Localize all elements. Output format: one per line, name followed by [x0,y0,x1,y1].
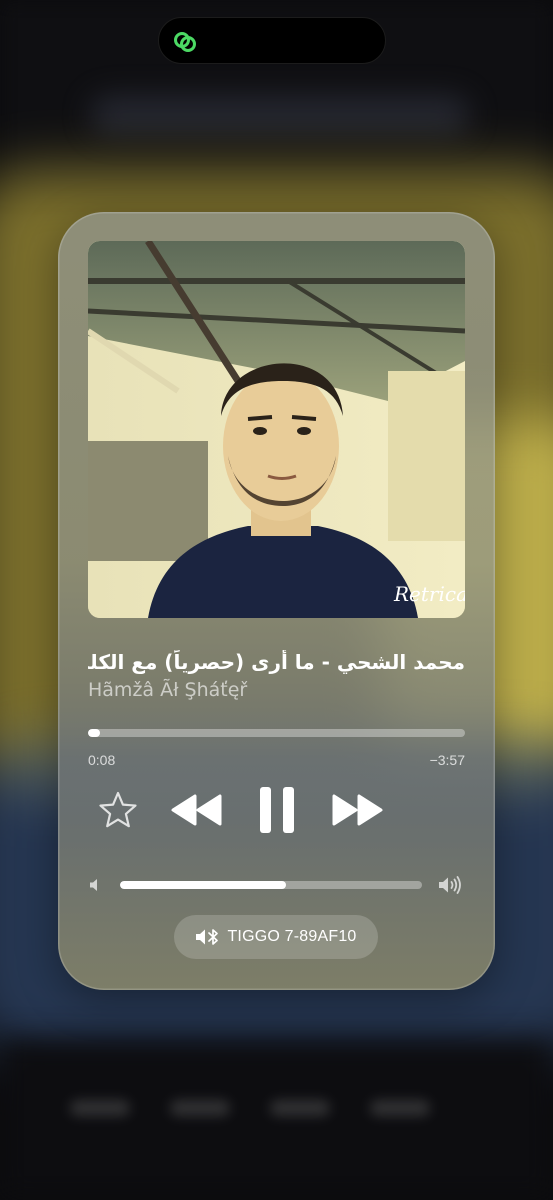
next-track-button[interactable] [330,792,384,828]
linked-rings-icon [174,32,196,52]
track-title[interactable]: محمد الشحي - ما أرى (حصرياً) مع الكلمات [88,650,465,674]
favorite-button[interactable] [98,790,138,830]
volume-fill [120,881,287,889]
volume-low-icon [90,879,97,891]
play-pause-button[interactable] [258,785,296,835]
audio-route-label: TIGGO 7-89AF10 [227,928,357,945]
playback-scrubber[interactable] [88,729,465,737]
pause-icon [260,787,294,833]
playback-progress-fill [88,729,101,737]
forward-icon [332,794,383,826]
backward-icon [171,794,222,826]
now-playing-card: Retrica محمد الشحي - ما أرى (حصرياً) مع … [58,212,495,990]
volume-slider[interactable] [120,881,422,889]
remaining-time: −3:57 [429,752,465,768]
volume-high-icon [439,876,461,894]
album-artwork: Retrica [88,241,465,618]
audio-route-button[interactable]: TIGGO 7-89AF10 [174,915,378,959]
speaker-bluetooth-icon [196,929,219,945]
elapsed-time: 0:08 [88,752,116,768]
artwork-watermark: Retrica [393,582,465,606]
previous-track-button[interactable] [170,792,224,828]
star-icon [99,791,137,828]
dynamic-island[interactable] [158,17,386,64]
track-artist[interactable]: Hãmžâ Ãł Şháťęř [88,678,465,702]
